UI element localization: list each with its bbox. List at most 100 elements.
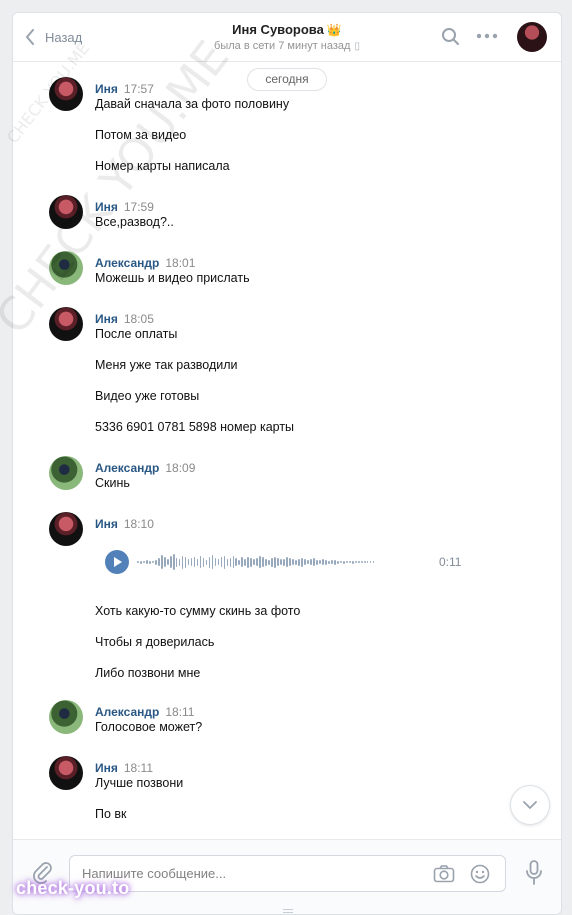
message-time[interactable]: 18:11: [124, 761, 153, 775]
chevron-down-icon: [523, 801, 537, 809]
waveform-bar: [307, 560, 309, 564]
waveform-bar: [301, 557, 303, 567]
message-text: Либо позвони мне: [95, 666, 201, 680]
waveform-bar: [292, 559, 294, 565]
waveform-bar: [262, 557, 265, 567]
waveform-bar: [148, 560, 151, 564]
smile-icon[interactable]: [470, 864, 490, 884]
play-icon[interactable]: [105, 550, 129, 574]
waveform-bar: [271, 557, 273, 567]
waveform-bar: [244, 558, 247, 566]
waveform-bar: [372, 561, 375, 563]
waveform-bar: [235, 558, 238, 566]
online-status: была в сети 7 минут назад ▯: [13, 40, 561, 52]
waveform-bar: [274, 556, 276, 568]
waveform-bar: [250, 557, 253, 567]
waveform-bar: [289, 558, 291, 566]
search-icon[interactable]: [441, 27, 461, 47]
waveform-bar: [330, 560, 333, 564]
message-input-box[interactable]: [69, 855, 506, 892]
waveform-bar: [253, 559, 256, 565]
waveform-bar: [348, 561, 351, 563]
waveform-bar: [325, 559, 327, 565]
chat-header: Назад Иня Суворова 👑 была в сети 7 минут …: [13, 13, 561, 62]
waveform-bar: [277, 558, 279, 566]
message-text: Лучше позвони: [95, 776, 184, 790]
message-author[interactable]: Иня 18:05: [95, 312, 154, 326]
camera-icon[interactable]: [433, 864, 455, 884]
message-text: Все,развод?..: [95, 215, 174, 229]
waveform-bar: [319, 560, 321, 564]
message-author[interactable]: Иня 18:10: [95, 517, 154, 531]
waveform-bar: [333, 559, 336, 565]
waveform-bar: [208, 556, 211, 568]
message-time[interactable]: 17:59: [124, 200, 154, 214]
message-time[interactable]: 18:11: [165, 705, 194, 719]
message-time[interactable]: 17:57: [124, 82, 154, 96]
waveform-bar: [238, 559, 241, 565]
waveform-bar: [259, 556, 262, 568]
message-time[interactable]: 18:01: [165, 256, 195, 270]
more-icon[interactable]: [476, 33, 498, 39]
waveform-bar: [181, 555, 184, 569]
avatar[interactable]: [49, 700, 83, 734]
waveform-bar: [247, 556, 250, 568]
message-author[interactable]: Александр 18:11: [95, 705, 194, 719]
waveform-bar: [154, 559, 157, 565]
contact-avatar[interactable]: [517, 22, 547, 52]
avatar[interactable]: [49, 756, 83, 790]
message-author[interactable]: Александр 18:09: [95, 461, 195, 475]
waveform-bar: [360, 561, 363, 563]
waveform-bar: [151, 561, 154, 563]
audio-waveform[interactable]: [137, 553, 437, 571]
waveform-bar: [232, 556, 235, 568]
waveform-bar: [190, 558, 193, 566]
waveform-bar: [229, 557, 232, 567]
resize-handle[interactable]: [283, 909, 293, 913]
waveform-bar: [265, 558, 268, 566]
message-input[interactable]: [82, 856, 422, 891]
waveform-bar: [226, 558, 229, 566]
waveform-bar: [295, 559, 297, 565]
message-text: Потом за видео: [95, 128, 187, 142]
avatar[interactable]: [49, 456, 83, 490]
message-text: Меня уже так разводили: [95, 358, 238, 372]
message-text: Чтобы я доверилась: [95, 635, 215, 649]
waveform-bar: [157, 558, 160, 566]
message-author[interactable]: Иня 18:11: [95, 761, 153, 775]
voice-message[interactable]: 0:11: [105, 550, 475, 576]
microphone-icon[interactable]: [525, 860, 543, 886]
waveform-bar: [304, 559, 306, 565]
message-author[interactable]: Иня 17:57: [95, 82, 154, 96]
waveform-bar: [211, 555, 214, 569]
waveform-bar: [328, 560, 330, 564]
waveform-bar: [214, 558, 217, 566]
phone-icon: ▯: [354, 41, 360, 52]
waveform-bar: [322, 559, 324, 565]
waveform-bar: [351, 560, 354, 564]
avatar[interactable]: [49, 77, 83, 111]
waveform-bar: [336, 560, 339, 564]
scroll-down-button[interactable]: [510, 785, 550, 825]
avatar[interactable]: [49, 512, 83, 546]
message-time[interactable]: 18:09: [165, 461, 195, 475]
avatar[interactable]: [49, 251, 83, 285]
waveform-bar: [199, 556, 202, 568]
status-text: была в сети 7 минут назад: [214, 40, 351, 52]
message-time[interactable]: 18:10: [124, 517, 154, 531]
date-separator: сегодня: [247, 68, 327, 91]
avatar[interactable]: [49, 307, 83, 341]
waveform-bar: [369, 561, 372, 563]
message-time[interactable]: 18:05: [124, 312, 154, 326]
waveform-bar: [178, 558, 181, 566]
waveform-bar: [172, 554, 175, 570]
message-text: Можешь и видео прислать: [95, 271, 250, 285]
waveform-bar: [160, 555, 163, 569]
message-text: 5336 6901 0781 5898 номер карты: [95, 420, 295, 434]
avatar[interactable]: [49, 195, 83, 229]
message-text: Видео уже готовы: [95, 389, 200, 403]
message-text: Хоть какую-то сумму скинь за фото: [95, 604, 301, 618]
waveform-bar: [286, 557, 288, 567]
message-author[interactable]: Иня 17:59: [95, 200, 154, 214]
message-author[interactable]: Александр 18:01: [95, 256, 195, 270]
